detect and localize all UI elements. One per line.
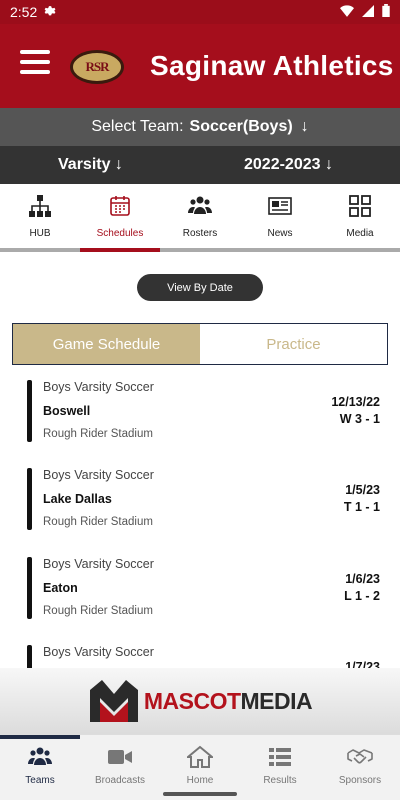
battery-icon xyxy=(382,4,390,20)
tab-label: HUB xyxy=(29,227,51,239)
game-opponent: Boswell xyxy=(43,404,91,418)
calendar-icon xyxy=(110,195,130,216)
nav-label: Teams xyxy=(25,775,55,786)
list-item-marker xyxy=(27,380,32,442)
nav-teams[interactable]: Teams xyxy=(0,735,80,800)
game-date: 1/6/23 xyxy=(345,572,380,586)
tab-label: News xyxy=(267,227,293,239)
wifi-icon xyxy=(340,4,354,20)
nav-home[interactable]: Home xyxy=(160,735,240,800)
game-result: T 1 - 1 xyxy=(343,500,380,514)
game-list: Boys Varsity Soccer Boswell Rough Rider … xyxy=(0,370,400,668)
game-opponent: Lake Dallas xyxy=(43,492,112,506)
sponsor-name: MASCOTMEDIA xyxy=(143,687,313,714)
tab-media[interactable]: Media xyxy=(320,184,400,248)
mascot-media-logo xyxy=(89,680,138,722)
section-tabs: HUB Schedules Rosters News Media xyxy=(0,184,400,252)
list-item[interactable]: Boys Varsity Soccer 1/7/23 xyxy=(0,635,400,668)
game-date: 1/7/23 xyxy=(345,660,380,668)
nav-label: Broadcasts xyxy=(94,775,146,786)
list-item-marker xyxy=(27,557,32,619)
schedule-type-toggle: Game Schedule Practice xyxy=(12,323,388,365)
newspaper-icon xyxy=(268,196,292,215)
tab-news[interactable]: News xyxy=(240,184,320,248)
arrow-down-icon: ↓ xyxy=(300,118,309,135)
video-icon xyxy=(108,750,132,764)
bottom-nav: Teams Broadcasts Home Results Sponsors xyxy=(0,734,400,800)
team-select-value: Soccer(Boys) xyxy=(189,118,293,135)
game-level: Boys Varsity Soccer xyxy=(43,468,154,482)
handshake-icon xyxy=(347,749,373,764)
nav-broadcasts[interactable]: Broadcasts xyxy=(80,735,160,800)
people-icon xyxy=(188,196,212,214)
tab-label: Rosters xyxy=(182,227,218,239)
game-venue: Rough Rider Stadium xyxy=(43,516,153,528)
team-selector[interactable]: Select Team: Soccer(Boys) ↓ xyxy=(0,108,400,146)
system-home-indicator[interactable] xyxy=(163,792,237,796)
people-icon xyxy=(28,747,52,765)
game-date: 12/13/22 xyxy=(331,395,380,409)
view-by-date-button[interactable]: View By Date xyxy=(137,274,263,301)
nav-results[interactable]: Results xyxy=(240,735,320,800)
list-item[interactable]: Boys Varsity Soccer Lake Dallas Rough Ri… xyxy=(0,458,400,546)
game-venue: Rough Rider Stadium xyxy=(43,605,153,617)
practice-tab[interactable]: Practice xyxy=(200,324,387,364)
game-schedule-tab[interactable]: Game Schedule xyxy=(13,324,200,364)
grid-icon xyxy=(349,194,371,217)
game-opponent: Eaton xyxy=(43,581,78,595)
app-header: RSR Saginaw Athletics xyxy=(0,24,400,108)
level-year-bar: Varsity ↓ 2022-2023 ↓ xyxy=(0,146,400,184)
status-bar: 2:52 xyxy=(0,0,400,24)
list-item[interactable]: Boys Varsity Soccer Boswell Rough Rider … xyxy=(0,370,400,458)
list-item-marker xyxy=(27,645,32,668)
tab-schedules[interactable]: Schedules xyxy=(80,184,160,252)
list-item[interactable]: Boys Varsity Soccer Eaton Rough Rider St… xyxy=(0,547,400,635)
game-result: L 1 - 2 xyxy=(344,589,380,603)
app-title: Saginaw Athletics xyxy=(150,50,394,81)
list-item-marker xyxy=(27,468,32,530)
game-venue: Rough Rider Stadium xyxy=(43,428,153,440)
status-time: 2:52 xyxy=(10,4,38,20)
game-level: Boys Varsity Soccer xyxy=(43,645,154,659)
tab-label: Media xyxy=(346,227,374,239)
nav-label: Results xyxy=(263,775,297,786)
team-select-label: Select Team: xyxy=(91,118,184,135)
game-result: W 3 - 1 xyxy=(339,412,380,426)
settings-icon xyxy=(43,4,56,20)
team-logo: RSR xyxy=(70,50,124,84)
nav-label: Home xyxy=(186,775,214,786)
hub-icon xyxy=(29,194,51,217)
tab-hub[interactable]: HUB xyxy=(0,184,80,248)
sponsor-banner[interactable]: MASCOTMEDIA xyxy=(0,668,400,734)
nav-sponsors[interactable]: Sponsors xyxy=(320,735,400,800)
game-level: Boys Varsity Soccer xyxy=(43,557,154,571)
game-date: 1/5/23 xyxy=(345,483,380,497)
menu-icon[interactable] xyxy=(20,50,50,74)
signal-icon xyxy=(362,4,374,20)
game-level: Boys Varsity Soccer xyxy=(43,380,154,394)
year-selector[interactable]: 2022-2023 ↓ xyxy=(244,156,333,174)
tab-label: Schedules xyxy=(96,227,144,239)
nav-label: Sponsors xyxy=(338,775,382,786)
tab-rosters[interactable]: Rosters xyxy=(160,184,240,248)
level-selector[interactable]: Varsity ↓ xyxy=(58,156,123,174)
home-icon xyxy=(187,745,213,768)
list-icon xyxy=(269,748,291,766)
